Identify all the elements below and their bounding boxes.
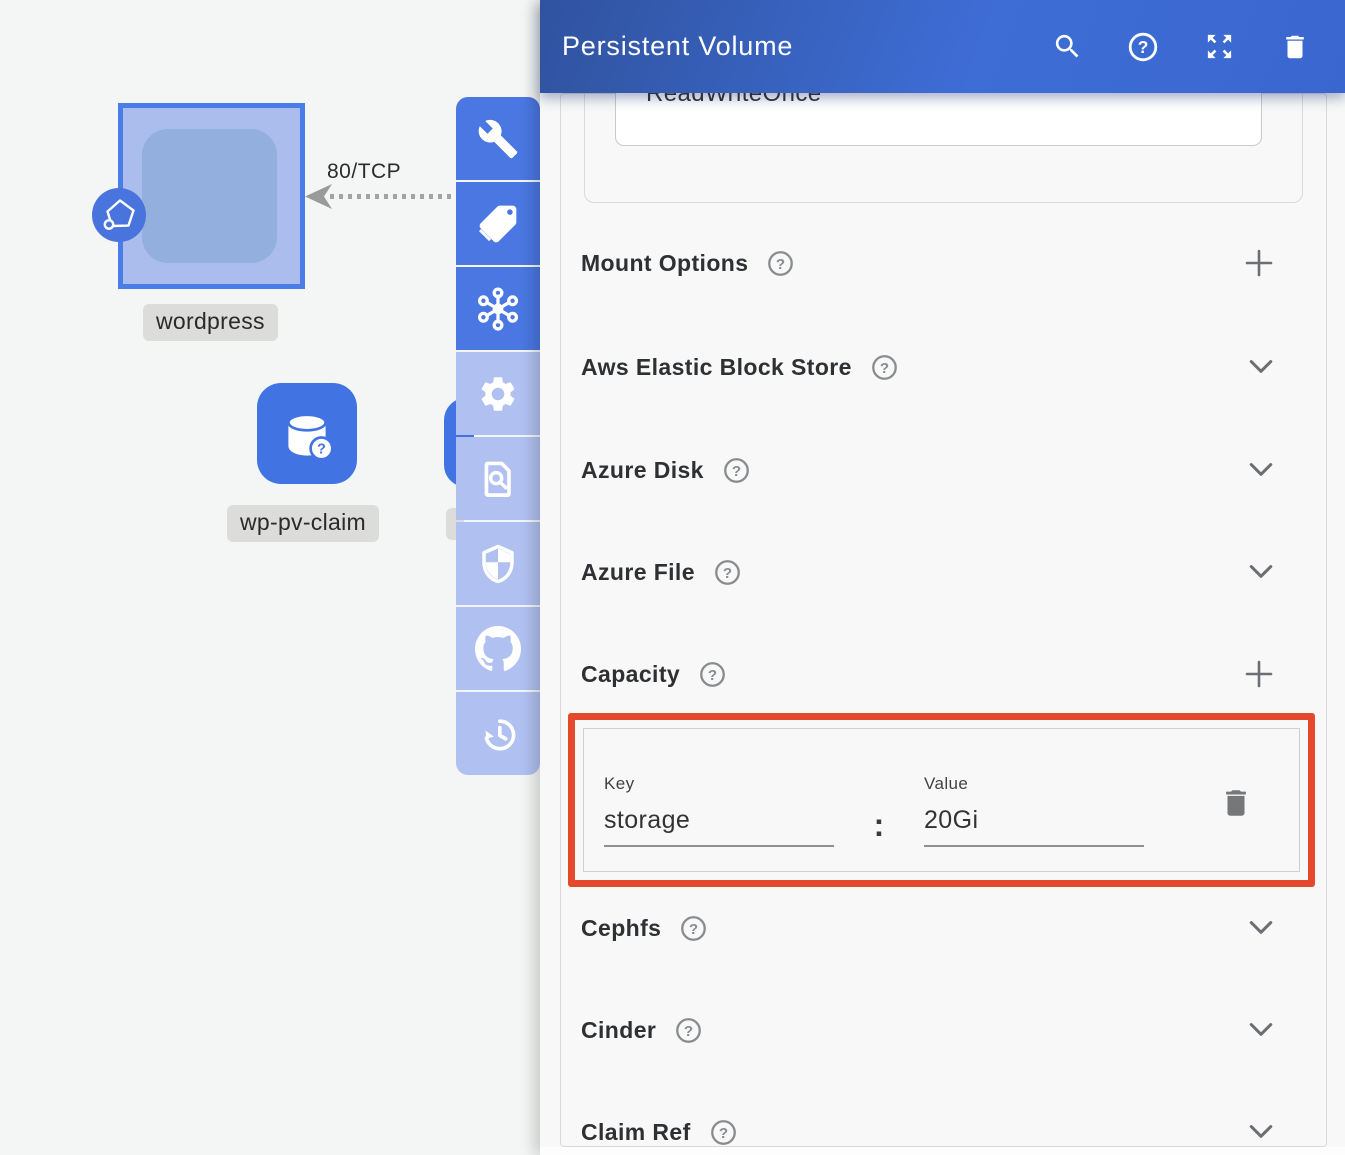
svg-text:?: ? bbox=[732, 462, 741, 479]
history-button[interactable] bbox=[456, 692, 540, 775]
history-icon bbox=[476, 712, 520, 756]
capacity-key-field: Key bbox=[604, 774, 834, 847]
help-icon[interactable]: ? bbox=[709, 1118, 738, 1147]
wrench-button[interactable] bbox=[456, 97, 540, 180]
panel-title: Persistent Volume bbox=[562, 31, 793, 62]
svg-text:?: ? bbox=[1138, 37, 1149, 57]
tag-icon bbox=[476, 202, 520, 246]
edge-line bbox=[330, 194, 456, 199]
svg-text:?: ? bbox=[880, 359, 889, 376]
panel-bottom-edge bbox=[540, 1147, 1345, 1155]
database-icon: ? bbox=[276, 406, 338, 468]
node-label-wordpress: wordpress bbox=[143, 304, 278, 341]
help-icon: ? bbox=[1127, 31, 1159, 63]
section-label: Capacity bbox=[581, 661, 680, 688]
section-label: Cinder bbox=[581, 1017, 656, 1044]
form-card: ReadWriteOnce Mount Options ? Aws Elasti… bbox=[560, 93, 1327, 1147]
trash-icon bbox=[1280, 31, 1310, 63]
svg-text:?: ? bbox=[776, 255, 785, 272]
capacity-value-input[interactable] bbox=[924, 806, 1144, 847]
help-icon[interactable]: ? bbox=[698, 660, 727, 689]
search-icon bbox=[1052, 31, 1083, 62]
node-label-wp-pv-claim: wp-pv-claim bbox=[227, 505, 379, 542]
svg-text:?: ? bbox=[317, 441, 326, 457]
svg-text:?: ? bbox=[719, 1124, 728, 1141]
panel-header-actions: ? bbox=[1051, 31, 1311, 63]
add-button[interactable] bbox=[1244, 659, 1274, 689]
panel-header: Persistent Volume ? bbox=[540, 0, 1345, 93]
collapse-button[interactable] bbox=[1248, 1124, 1274, 1140]
svg-text:?: ? bbox=[708, 666, 717, 683]
section-mount-options: Mount Options ? bbox=[581, 242, 1326, 284]
pod-badge-icon bbox=[92, 188, 146, 242]
help-icon[interactable]: ? bbox=[722, 456, 751, 485]
help-icon[interactable]: ? bbox=[679, 914, 708, 943]
collapse-button[interactable] bbox=[1248, 920, 1274, 936]
node-wordpress[interactable] bbox=[118, 103, 305, 289]
section-label: Mount Options bbox=[581, 250, 748, 277]
gear-button[interactable] bbox=[456, 352, 540, 435]
help-icon[interactable]: ? bbox=[766, 249, 795, 278]
capacity-key-input[interactable] bbox=[604, 806, 834, 847]
search-button[interactable] bbox=[1051, 31, 1083, 63]
github-button[interactable] bbox=[456, 607, 540, 690]
help-icon[interactable]: ? bbox=[674, 1016, 703, 1045]
capacity-value-field: Value bbox=[924, 774, 1144, 847]
capacity-entry-card: Key : Value bbox=[583, 728, 1300, 872]
shield-icon bbox=[477, 543, 519, 585]
section-label: Azure Disk bbox=[581, 457, 704, 484]
add-button[interactable] bbox=[1244, 248, 1274, 278]
tag-button[interactable] bbox=[456, 182, 540, 265]
help-button[interactable]: ? bbox=[1127, 31, 1159, 63]
annotation-highlight-box: Key : Value bbox=[568, 713, 1315, 887]
collapse-button[interactable] bbox=[1248, 462, 1274, 478]
help-icon[interactable]: ? bbox=[870, 353, 899, 382]
wordpress-inner-shape bbox=[142, 129, 277, 263]
hub-icon bbox=[475, 286, 521, 332]
hub-button[interactable] bbox=[456, 267, 540, 350]
delete-entry-button[interactable] bbox=[1219, 785, 1253, 826]
section-azure-file: Azure File ? bbox=[581, 551, 1326, 593]
section-cephfs: Cephfs ? bbox=[581, 907, 1326, 949]
trash-icon bbox=[1219, 785, 1253, 821]
collapse-button[interactable] bbox=[1248, 359, 1274, 375]
svg-text:?: ? bbox=[684, 1022, 693, 1039]
section-label: Azure File bbox=[581, 559, 695, 586]
collapse-button[interactable] bbox=[1248, 564, 1274, 580]
svg-text:?: ? bbox=[723, 564, 732, 581]
document-search-icon bbox=[476, 457, 520, 501]
expand-button[interactable] bbox=[1203, 31, 1235, 63]
section-capacity: Capacity ? bbox=[581, 653, 1326, 695]
section-label: Cephfs bbox=[581, 915, 661, 942]
section-label: Aws Elastic Block Store bbox=[581, 354, 852, 381]
canvas-toolbar bbox=[456, 97, 540, 775]
document-search-button[interactable] bbox=[456, 437, 540, 520]
expand-icon bbox=[1204, 31, 1235, 62]
key-label: Key bbox=[604, 774, 834, 794]
section-cinder: Cinder ? bbox=[581, 1009, 1326, 1051]
section-azure-disk: Azure Disk ? bbox=[581, 449, 1326, 491]
github-icon bbox=[475, 626, 521, 672]
value-label: Value bbox=[924, 774, 1144, 794]
section-aws-ebs: Aws Elastic Block Store ? bbox=[581, 346, 1326, 388]
collapse-button[interactable] bbox=[1248, 1022, 1274, 1038]
edge-port-label: 80/TCP bbox=[327, 160, 401, 184]
key-value-separator: : bbox=[834, 807, 924, 844]
help-icon[interactable]: ? bbox=[713, 558, 742, 587]
delete-button[interactable] bbox=[1279, 31, 1311, 63]
shield-button[interactable] bbox=[456, 522, 540, 605]
wrench-icon bbox=[477, 118, 519, 160]
section-label: Claim Ref bbox=[581, 1119, 691, 1146]
svg-text:?: ? bbox=[689, 920, 698, 937]
node-wp-pv-claim[interactable]: ? bbox=[257, 383, 357, 484]
edge-arrowhead-icon bbox=[304, 183, 333, 215]
gear-icon bbox=[477, 373, 519, 415]
persistent-volume-panel: ReadWriteOnce Mount Options ? Aws Elasti… bbox=[540, 0, 1345, 1155]
